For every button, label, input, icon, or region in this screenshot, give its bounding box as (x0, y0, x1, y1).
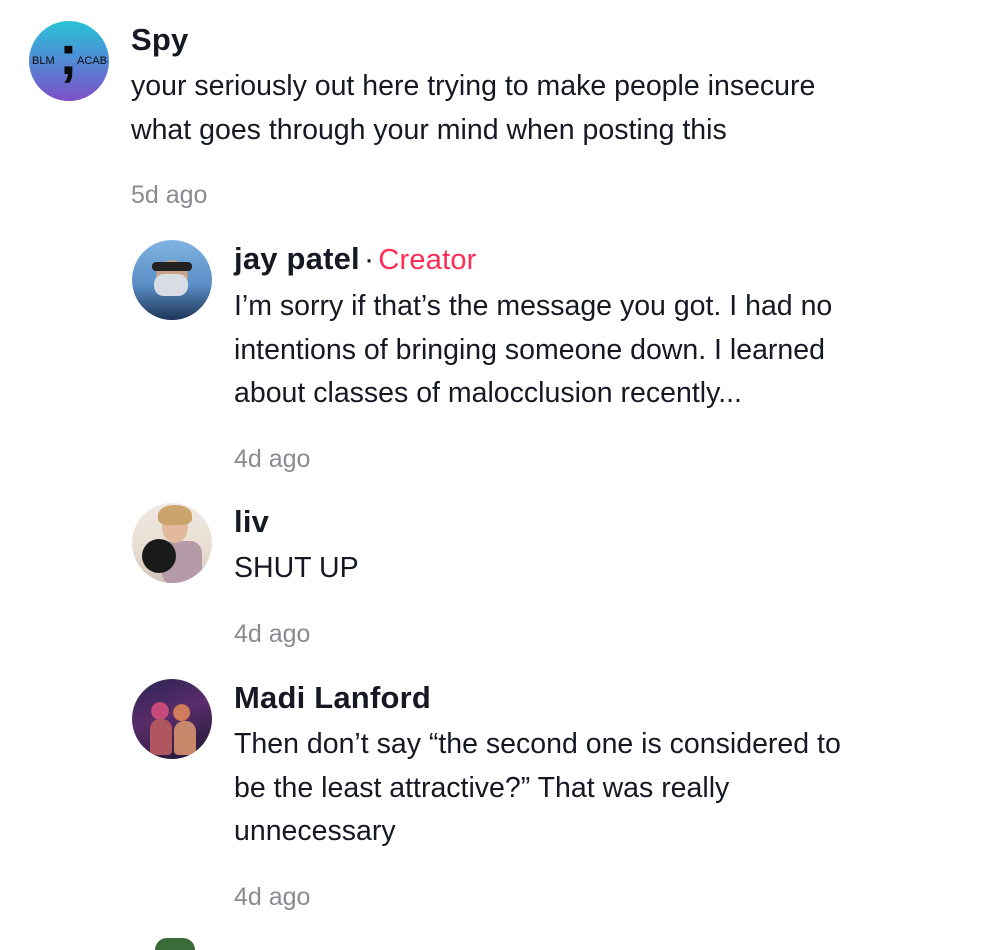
avatar-cat (142, 539, 176, 573)
comment-author[interactable]: Madi Lanford (234, 680, 431, 715)
comment-text-line: your seriously out here trying to make p… (131, 70, 816, 102)
comment-text-line: I’m sorry if that’s the message you got.… (234, 290, 833, 322)
comment-text-line: what goes through your mind when posting… (131, 113, 727, 146)
avatar-mask (154, 274, 188, 296)
comment-text-line: intentions of bringing someone down. I l… (234, 333, 825, 366)
avatar-hair (158, 505, 192, 525)
avatar-text-left: BLM (32, 55, 55, 67)
comment-author[interactable]: Spy (131, 22, 188, 57)
reply-liv: liv SHUT UP 4d ago (132, 503, 359, 649)
avatar-glasses (152, 262, 192, 271)
comment-content: jay patel · Creator I’m sorry if that’s th… (234, 240, 832, 474)
avatar-jay-patel[interactable] (132, 240, 212, 320)
reply-jay-patel: jay patel · Creator I’m sorry if that’s th… (132, 240, 832, 474)
comment-text: I’m sorry if that’s the message you got.… (234, 285, 832, 416)
next-comment-avatar-partial[interactable] (155, 938, 195, 950)
comment-author[interactable]: jay patel (234, 241, 360, 276)
comment-content: Spy your seriously out here trying to ma… (131, 21, 815, 210)
comment-author-line: jay patel · Creator (234, 240, 832, 279)
avatar-text-right: ACAB (77, 55, 107, 67)
comment-timestamp: 4d ago (234, 882, 311, 911)
semicolon-icon: ; (59, 23, 78, 86)
avatar-figure (174, 721, 196, 755)
comment-text-line: unnecessary (234, 815, 396, 847)
comment-text-line: SHUT UP (234, 552, 359, 584)
creator-badge: Creator (378, 244, 477, 276)
comment-timestamp: 4d ago (234, 444, 311, 473)
comment-text: your seriously out here trying to make p… (131, 65, 815, 152)
comment-text: SHUT UP (234, 547, 359, 591)
comment-spy: BLM ; ACAB Spy your seriously out here t… (29, 21, 815, 210)
comment-text-line: be the least attractive?” That was reall… (234, 771, 730, 804)
comment-content: Madi Lanford Then don’t say “the second … (234, 679, 841, 912)
comment-author-line: liv (234, 503, 359, 541)
comment-text: Then don’t say “the second one is consid… (234, 723, 841, 854)
comment-timestamp: 5d ago (131, 181, 208, 209)
avatar-liv[interactable] (132, 503, 212, 583)
comment-content: liv SHUT UP 4d ago (234, 503, 359, 649)
comment-author[interactable]: liv (234, 504, 269, 539)
avatar-madi-lanford[interactable] (132, 679, 212, 759)
avatar-figure (150, 719, 172, 755)
author-separator: · (363, 241, 375, 276)
comment-author-line: Spy (131, 21, 815, 59)
comment-text-line: about classes of malocclusion recently..… (234, 377, 742, 409)
reply-madi-lanford: Madi Lanford Then don’t say “the second … (132, 679, 841, 912)
comment-text-line: Then don’t say “the second one is consid… (234, 728, 841, 760)
comment-author-line: Madi Lanford (234, 679, 841, 717)
avatar-spy[interactable]: BLM ; ACAB (29, 21, 109, 101)
comment-timestamp: 4d ago (234, 619, 311, 648)
